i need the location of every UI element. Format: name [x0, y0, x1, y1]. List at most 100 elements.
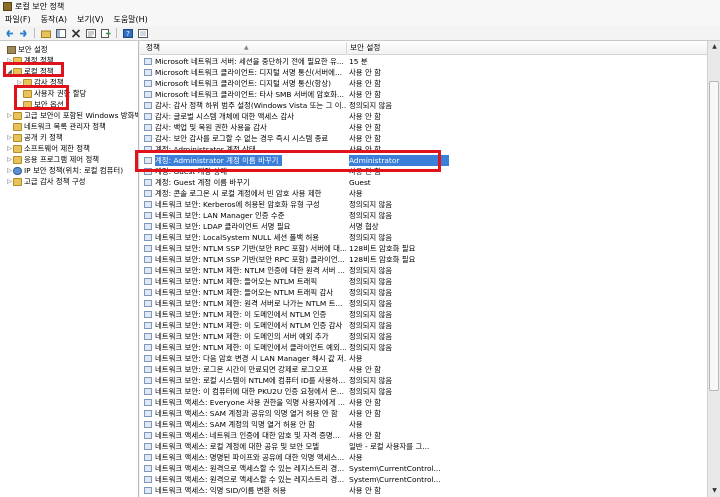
table-row[interactable]: 네트워크 액세스: 원격으로 액세스할 수 있는 레지스트리 경... Syste…	[140, 463, 707, 474]
tree-pane: 보안 설정 ▷ 계정 정책 ◢ 로컬 정책 ▷ 감사 정책 사용자 권한 할당 …	[0, 41, 139, 497]
table-row[interactable]: 네트워크 보안: 다음 암호 변경 시 LAN Manager 해시 값 저..…	[140, 353, 707, 364]
menu-view[interactable]: 보기(V)	[72, 14, 108, 25]
table-row[interactable]: 계정: Administrator 계정 상태 사용 안 함	[140, 144, 707, 155]
back-icon[interactable]	[3, 28, 15, 39]
column-header-policy[interactable]: 정책	[146, 41, 160, 54]
tree-expander[interactable]: ◢	[6, 66, 13, 77]
setting-value: 사용 안 함	[349, 365, 381, 374]
policy-cell: Microsoft 네트워크 클라이언트: 디지털 서명 통신(서버에...	[144, 67, 346, 78]
scrollbar-thumb[interactable]	[709, 81, 719, 391]
table-row[interactable]: 감사: 백업 및 복원 권한 사용을 감사 사용 안 함	[140, 122, 707, 133]
policy-icon	[144, 124, 152, 131]
tree-item-ip-security[interactable]: ▷ IP 보안 정책(위치: 로컬 컴퓨터)	[6, 165, 123, 176]
tree-item-software-restriction[interactable]: ▷ 소프트웨어 제한 정책	[6, 143, 90, 154]
tree-expander[interactable]: ▷	[6, 132, 13, 143]
table-row[interactable]: 네트워크 액세스: 익명 SID/이름 변환 허용 사용 안 함	[140, 485, 707, 496]
table-row[interactable]: 감사: 보안 감사를 로그할 수 없는 경우 즉시 시스템 종료 사용 안 함	[140, 133, 707, 144]
policy-name: 네트워크 보안: 이 컴퓨터에 대한 PKU2U 인증 요청에서 온...	[155, 387, 344, 396]
setting-value: 사용	[349, 189, 363, 198]
list-header: 정책 ▲ 보안 설정	[140, 41, 707, 55]
policy-cell: 계정: 콘솔 로그온 시 로컬 계정에서 빈 암호 사용 제한	[144, 188, 346, 199]
table-row[interactable]: Microsoft 네트워크 클라이언트: 타사 SMB 서버에 암호화... 사…	[140, 89, 707, 100]
forward-icon[interactable]	[18, 28, 30, 39]
tree-item-windows-firewall[interactable]: ▷ 고급 보안이 포함된 Windows 방화벽	[6, 110, 138, 121]
tree-item-user-rights[interactable]: 사용자 권한 할당	[16, 88, 86, 99]
tree-item-network-list[interactable]: 네트워크 목록 관리자 정책	[6, 121, 106, 132]
show-tree-icon[interactable]	[55, 28, 67, 39]
table-row[interactable]: Microsoft 네트워크 클라이언트: 디지털 서명 통신(항상) 사용 안 …	[140, 78, 707, 89]
table-row[interactable]: 네트워크 액세스: 로컬 계정에 대한 공유 및 보안 모델 일반 - 로컬 사용…	[140, 441, 707, 452]
tree-item-advanced-audit[interactable]: ▷ 고급 감사 정책 구성	[6, 176, 85, 187]
policy-cell: 네트워크 보안: LAN Manager 인증 수준	[144, 210, 346, 221]
properties-icon[interactable]	[85, 28, 97, 39]
scroll-down-icon[interactable]: ▼	[708, 485, 720, 497]
tree-expander[interactable]: ▷	[6, 165, 13, 176]
table-row[interactable]: 네트워크 보안: LocalSystem NULL 세션 폴백 허용 정의되지 않…	[140, 232, 707, 243]
policy-cell: 네트워크 보안: NTLM 제한: 이 도메인의 서버 예외 추가	[144, 331, 346, 342]
setting-value: 사용	[349, 420, 363, 429]
table-row[interactable]: 네트워크 보안: NTLM 제한: 이 도메인에서 NTLM 인증 정의되지 않음	[140, 309, 707, 320]
table-row[interactable]: 네트워크 액세스: 네트워크 인증에 대한 암호 및 자격 증명... 사용 안 …	[140, 430, 707, 441]
table-row[interactable]: 네트워크 보안: 로컬 시스템이 NTLM에 컴퓨터 ID를 사용하... 정의되…	[140, 375, 707, 386]
table-row[interactable]: 네트워크 보안: LAN Manager 인증 수준 정의되지 않음	[140, 210, 707, 221]
table-row[interactable]: 네트워크 보안: NTLM 제한: NTLM 인증에 대한 원격 서버 ... 정…	[140, 265, 707, 276]
tree-expander[interactable]: ▷	[6, 143, 13, 154]
table-row[interactable]: 네트워크 보안: Kerberos에 허용된 암호화 유형 구성 정의되지 않음	[140, 199, 707, 210]
table-row-selected[interactable]: 계정: Administrator 계정 이름 바꾸기 Administrator	[140, 155, 707, 166]
tree-expander[interactable]: ▷	[16, 77, 23, 88]
table-row[interactable]: 계정: 콘솔 로그온 시 로컬 계정에서 빈 암호 사용 제한 사용	[140, 188, 707, 199]
tree-item-security-settings[interactable]: 보안 설정	[0, 44, 48, 55]
table-row[interactable]: 감사: 글로벌 시스템 개체에 대한 액세스 감사 사용 안 함	[140, 111, 707, 122]
table-row[interactable]: 계정: Guest 계정 이름 바꾸기 Guest	[140, 177, 707, 188]
policy-cell: 계정: Guest 계정 상태	[144, 166, 346, 177]
tree-item-local-policies[interactable]: ◢ 로컬 정책	[6, 66, 53, 77]
table-row[interactable]: 네트워크 보안: NTLM 제한: 이 도메인의 서버 예외 추가 정의되지 않음	[140, 331, 707, 342]
menu-help[interactable]: 도움말(H)	[108, 14, 152, 25]
help-icon[interactable]: ?	[122, 28, 134, 39]
table-row[interactable]: 네트워크 보안: NTLM 제한: 이 도메인에서 클라이언트 예외... 정의되…	[140, 342, 707, 353]
menu-file[interactable]: 파일(F)	[0, 14, 36, 25]
table-row[interactable]: 네트워크 보안: LDAP 클라이언트 서명 필요 서명 협상	[140, 221, 707, 232]
tree-item-security-options[interactable]: 보안 옵션	[16, 99, 64, 110]
tree-item-app-control[interactable]: ▷ 응용 프로그램 제어 정책	[6, 154, 99, 165]
table-row[interactable]: 네트워크 액세스: Everyone 사용 권한을 익명 사용자에게 ... 사용…	[140, 397, 707, 408]
scroll-up-icon[interactable]: ▲	[708, 41, 720, 53]
policy-icon	[144, 256, 152, 263]
setting-value: 사용 안 함	[349, 79, 381, 88]
policy-cell: 네트워크 보안: NTLM 제한: 들어오는 NTLM 트래픽	[144, 276, 346, 287]
menu-action[interactable]: 동작(A)	[36, 14, 72, 25]
table-row[interactable]: Microsoft 네트워크 서버: 세션을 중단하기 전에 필요한 유... 1…	[140, 56, 707, 67]
table-row[interactable]: 감사: 감사 정책 하위 범주 설정(Windows Vista 또는 그 이.…	[140, 100, 707, 111]
table-row[interactable]: 네트워크 액세스: SAM 계정과 공유의 익명 열거 허용 안 함 사용 안 함	[140, 408, 707, 419]
table-row[interactable]: 계정: Guest 계정 상태 사용 안 함	[140, 166, 707, 177]
table-row[interactable]: 네트워크 보안: NTLM SSP 기반(보안 RPC 포함) 클라이언... 1…	[140, 254, 707, 265]
tree-expander[interactable]: ▷	[6, 55, 13, 66]
column-header-setting[interactable]: 보안 설정	[350, 41, 380, 54]
tree-item-label: 네트워크 목록 관리자 정책	[24, 122, 106, 131]
tree-item-audit-policy[interactable]: ▷ 감사 정책	[16, 77, 63, 88]
tree-expander[interactable]: ▷	[6, 176, 13, 187]
folder-up-icon[interactable]	[40, 28, 52, 39]
table-row[interactable]: 네트워크 보안: NTLM 제한: 원격 서버로 나가는 NTLM 트... 정의…	[140, 298, 707, 309]
tree-item-account-policies[interactable]: ▷ 계정 정책	[6, 55, 53, 66]
table-row[interactable]: 네트워크 보안: NTLM 제한: 들어오는 NTLM 트래픽 정의되지 않음	[140, 276, 707, 287]
table-row[interactable]: 네트워크 액세스: 명명된 파이프와 공유에 대한 익명 액세스... 사용	[140, 452, 707, 463]
table-row[interactable]: 네트워크 보안: 로그온 시간이 만료되면 강제로 로그오프 사용 안 함	[140, 364, 707, 375]
setting-value: 사용 안 함	[349, 134, 381, 143]
table-row[interactable]: 네트워크 보안: NTLM 제한: 들어오는 NTLM 트래픽 감사 정의되지 않…	[140, 287, 707, 298]
table-row[interactable]: 네트워크 보안: NTLM 제한: 이 도메인에서 NTLM 인증 감사 정의되지…	[140, 320, 707, 331]
delete-icon[interactable]	[70, 28, 82, 39]
vertical-scrollbar[interactable]: ▲ ▼	[707, 41, 720, 497]
table-row[interactable]: 네트워크 액세스: SAM 계정의 익명 열거 허용 안 함 사용	[140, 419, 707, 430]
table-row[interactable]: 네트워크 보안: 이 컴퓨터에 대한 PKU2U 인증 요청에서 온... 정의되…	[140, 386, 707, 397]
policy-cell: 네트워크 액세스: 익명 SID/이름 변환 허용	[144, 485, 346, 496]
table-row[interactable]: Microsoft 네트워크 클라이언트: 디지털 서명 통신(서버에... 사용…	[140, 67, 707, 78]
tree-expander[interactable]: ▷	[6, 110, 13, 121]
tree-item-public-key[interactable]: ▷ 공개 키 정책	[6, 132, 63, 143]
table-row[interactable]: 네트워크 보안: NTLM SSP 기반(보안 RPC 포함) 서버에 대...…	[140, 243, 707, 254]
view-icon[interactable]	[137, 28, 149, 39]
table-row[interactable]: 네트워크 액세스: 원격으로 액세스할 수 있는 레지스트리 경... Syste…	[140, 474, 707, 485]
tree-expander[interactable]: ▷	[6, 154, 13, 165]
policy-icon	[144, 80, 152, 87]
export-icon[interactable]	[100, 28, 112, 39]
